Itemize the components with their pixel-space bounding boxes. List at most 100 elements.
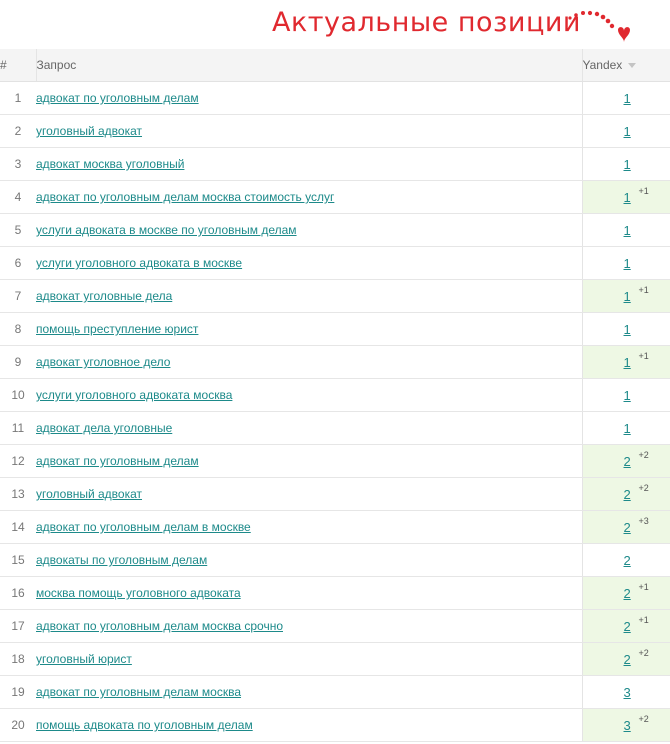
query-cell: адвокат по уголовным делам [36, 444, 582, 478]
position-change-badge: +2 [638, 483, 649, 493]
position-link[interactable]: 2 [624, 553, 631, 568]
query-cell: адвокат по уголовным делам в москве [36, 510, 582, 544]
yandex-position-cell: 2 +2 [581, 444, 670, 478]
query-link[interactable]: уголовный юрист [36, 652, 132, 666]
position-change-badge: +1 [638, 186, 649, 196]
position-link[interactable]: 2 [624, 652, 631, 667]
yandex-position-cell: 1 [581, 378, 670, 412]
query-link[interactable]: уголовный адвокат [36, 124, 142, 138]
position-link[interactable]: 3 [624, 685, 631, 700]
yandex-position-cell: 2 +1 [581, 576, 670, 610]
row-number: 20 [0, 708, 36, 742]
query-cell: москва помощь уголовного адвоката [36, 576, 582, 610]
row-number: 6 [0, 246, 36, 280]
yandex-position-cell: 2 +1 [581, 609, 670, 643]
column-header-yandex-label: Yandex [582, 58, 623, 72]
position-link[interactable]: 1 [624, 157, 631, 172]
row-number: 18 [0, 642, 36, 676]
query-link[interactable]: помощь преступление юрист [36, 322, 198, 336]
position-link[interactable]: 1 [624, 289, 631, 304]
query-cell: услуги уголовного адвоката москва [36, 378, 582, 412]
position-change-badge: +1 [638, 615, 649, 625]
yandex-position-cell: 2 +2 [581, 477, 670, 511]
position-link[interactable]: 1 [624, 124, 631, 139]
column-header-number[interactable]: # [0, 49, 36, 82]
position-change-badge: +1 [638, 351, 649, 361]
query-link[interactable]: адвокат по уголовным делам москва срочно [36, 619, 283, 633]
dotted-heart-arrow-icon [568, 10, 630, 42]
query-cell: адвокат уголовные дела [36, 279, 582, 313]
yandex-position-cell: 3 [581, 675, 670, 709]
yandex-position-cell: 1 [581, 411, 670, 445]
query-link[interactable]: москва помощь уголовного адвоката [36, 586, 241, 600]
position-link[interactable]: 1 [624, 91, 631, 106]
query-cell: адвокат москва уголовный [36, 147, 582, 181]
query-cell: адвокат дела уголовные [36, 411, 582, 445]
banner: Актуальные позиции [0, 0, 670, 48]
query-link[interactable]: адвокат по уголовным делам москва стоимо… [36, 190, 334, 204]
table-row: 2 уголовный адвокат 1 [0, 114, 670, 148]
table-row: 18 уголовный юрист 2 +2 [0, 642, 670, 676]
yandex-position-cell: 1 [581, 114, 670, 148]
query-link[interactable]: адвокат по уголовным делам москва [36, 685, 241, 699]
position-link[interactable]: 2 [624, 487, 631, 502]
query-link[interactable]: услуги адвоката в москве по уголовным де… [36, 223, 297, 237]
yandex-position-cell: 1 [581, 147, 670, 181]
position-link[interactable]: 2 [624, 586, 631, 601]
query-cell: услуги адвоката в москве по уголовным де… [36, 213, 582, 247]
table-row: 14 адвокат по уголовным делам в москве 2 +3 [0, 510, 670, 544]
row-number: 2 [0, 114, 36, 148]
position-link[interactable]: 1 [624, 355, 631, 370]
position-link[interactable]: 1 [624, 223, 631, 238]
query-link[interactable]: уголовный адвокат [36, 487, 142, 501]
query-link[interactable]: адвокат москва уголовный [36, 157, 184, 171]
position-link[interactable]: 1 [624, 322, 631, 337]
position-link[interactable]: 1 [624, 388, 631, 403]
yandex-position-cell: 2 +2 [581, 642, 670, 676]
query-cell: адвокат уголовное дело [36, 345, 582, 379]
position-link[interactable]: 1 [624, 190, 631, 205]
position-link[interactable]: 2 [624, 454, 631, 469]
yandex-position-cell: 1 [581, 246, 670, 280]
row-number: 8 [0, 312, 36, 346]
query-cell: адвокат по уголовным делам москва стоимо… [36, 180, 582, 214]
table-row: 3 адвокат москва уголовный 1 [0, 147, 670, 181]
yandex-position-cell: 1 +1 [581, 279, 670, 313]
position-link[interactable]: 1 [624, 421, 631, 436]
position-link[interactable]: 1 [624, 256, 631, 271]
query-cell: уголовный адвокат [36, 114, 582, 148]
position-link[interactable]: 3 [624, 718, 631, 733]
query-link[interactable]: адвокат дела уголовные [36, 421, 172, 435]
table-row: 20 помощь адвоката по уголовным делам 3 +2 [0, 708, 670, 742]
position-change-badge: +2 [638, 450, 649, 460]
position-link[interactable]: 2 [624, 619, 631, 634]
table-row: 7 адвокат уголовные дела 1 +1 [0, 279, 670, 313]
position-change-badge: +3 [638, 516, 649, 526]
query-link[interactable]: помощь адвоката по уголовным делам [36, 718, 253, 732]
column-header-query[interactable]: Запрос [35, 49, 582, 82]
table-row: 19 адвокат по уголовным делам москва 3 [0, 675, 670, 709]
position-link[interactable]: 2 [624, 520, 631, 535]
query-link[interactable]: адвокат уголовные дела [36, 289, 172, 303]
positions-table: # Запрос Yandex 1 адвокат по уголовным де… [0, 49, 670, 742]
query-link[interactable]: адвокаты по уголовным делам [36, 553, 207, 567]
yandex-position-cell: 1 [581, 312, 670, 346]
query-link[interactable]: адвокат по уголовным делам [36, 91, 199, 105]
row-number: 11 [0, 411, 36, 445]
table-row: 16 москва помощь уголовного адвоката 2 +1 [0, 576, 670, 610]
query-link[interactable]: услуги уголовного адвоката в москве [36, 256, 242, 270]
query-link[interactable]: адвокат по уголовным делам [36, 454, 199, 468]
yandex-position-cell: 1 +1 [581, 180, 670, 214]
row-number: 7 [0, 279, 36, 313]
row-number: 9 [0, 345, 36, 379]
column-header-yandex[interactable]: Yandex [581, 49, 670, 82]
row-number: 4 [0, 180, 36, 214]
query-cell: адвокаты по уголовным делам [36, 543, 582, 577]
row-number: 16 [0, 576, 36, 610]
query-cell: услуги уголовного адвоката в москве [36, 246, 582, 280]
query-link[interactable]: услуги уголовного адвоката москва [36, 388, 232, 402]
yandex-position-cell: 2 [581, 543, 670, 577]
query-link[interactable]: адвокат уголовное дело [36, 355, 170, 369]
query-link[interactable]: адвокат по уголовным делам в москве [36, 520, 251, 534]
sort-arrow-icon[interactable] [628, 63, 637, 69]
